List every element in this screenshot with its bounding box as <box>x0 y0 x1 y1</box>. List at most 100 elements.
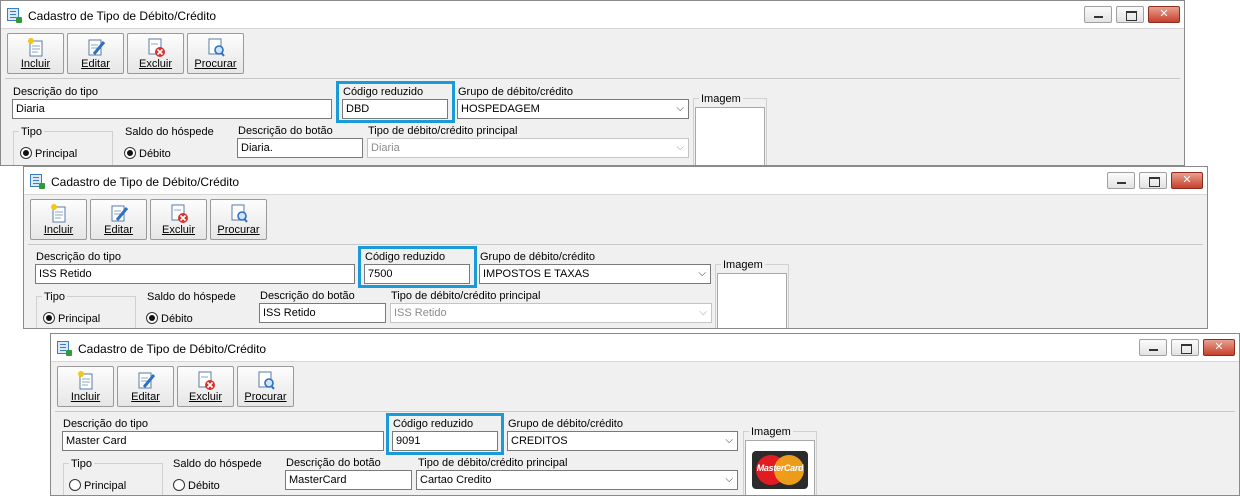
procurar-button[interactable]: Procurar <box>187 33 244 74</box>
codigo-reduzido-input[interactable]: 7500 <box>364 264 470 284</box>
saldo-label: Saldo do hóspede <box>125 126 214 138</box>
chevron-down-icon: ⌵ <box>725 435 733 446</box>
tipo-principal-select[interactable]: ISS Retido ⌵ <box>390 303 712 323</box>
descricao-botao-input[interactable]: MasterCard <box>285 470 412 490</box>
grupo-label: Grupo de débito/crédito <box>480 251 595 263</box>
search-icon <box>231 204 248 223</box>
tipo-principal-value: ISS Retido <box>394 307 447 319</box>
imagem-box[interactable] <box>717 273 787 328</box>
imagem-box[interactable] <box>695 107 765 165</box>
chevron-down-icon: ⌵ <box>699 307 707 318</box>
radio-dot <box>43 312 55 324</box>
radio-dot <box>146 312 158 324</box>
window-3: Cadastro de Tipo de Débito/Crédito ✕ Inc… <box>50 333 1240 496</box>
procurar-label: Procurar <box>194 58 237 70</box>
descricao-botao-label: Descrição do botão <box>238 125 333 137</box>
maximize-button[interactable] <box>1116 6 1144 23</box>
imagem-label: Imagem <box>749 426 793 438</box>
excluir-button[interactable]: Excluir <box>177 366 234 407</box>
incluir-button[interactable]: Incluir <box>7 33 64 74</box>
saldo-debito-radio[interactable]: Débito <box>124 147 171 160</box>
excluir-button[interactable]: Excluir <box>127 33 184 74</box>
incluir-button[interactable]: Incluir <box>57 366 114 407</box>
minimize-button[interactable] <box>1084 6 1112 23</box>
maximize-button[interactable] <box>1139 172 1167 189</box>
tipo-principal-select[interactable]: Diaria ⌵ <box>367 138 689 158</box>
descricao-botao-label: Descrição do botão <box>286 457 381 469</box>
maximize-button[interactable] <box>1171 339 1199 356</box>
grupo-value: HOSPEDAGEM <box>461 103 540 115</box>
tipo-principal-radio[interactable]: Principal <box>69 479 126 492</box>
descricao-tipo-label: Descrição do tipo <box>13 86 98 98</box>
tipo-principal-label: Tipo de débito/crédito principal <box>418 457 568 469</box>
tipo-principal-label: Tipo de débito/crédito principal <box>368 125 518 137</box>
imagem-box[interactable]: MasterCard <box>745 440 815 495</box>
close-button[interactable]: ✕ <box>1203 339 1235 356</box>
delete-icon <box>148 38 165 57</box>
chevron-down-icon: ⌵ <box>725 474 733 485</box>
excluir-label: Excluir <box>188 391 222 403</box>
delete-icon <box>171 204 188 223</box>
descricao-tipo-label: Descrição do tipo <box>36 251 121 263</box>
saldo-debito-radio[interactable]: Débito <box>146 312 193 325</box>
radio-dot <box>20 147 32 159</box>
delete-icon <box>198 371 215 390</box>
divider <box>55 411 1235 412</box>
tipo-label: Tipo <box>42 291 67 303</box>
tipo-principal-value: Cartao Credito <box>420 474 492 486</box>
close-button[interactable]: ✕ <box>1148 6 1180 23</box>
radio-dot <box>173 479 185 491</box>
editar-button[interactable]: Editar <box>90 199 147 240</box>
close-button[interactable]: ✕ <box>1171 172 1203 189</box>
saldo-debito-radio[interactable]: Débito <box>173 479 220 492</box>
procurar-label: Procurar <box>217 224 260 236</box>
principal-label: Principal <box>35 148 78 160</box>
search-icon <box>258 371 275 390</box>
grupo-select[interactable]: CREDITOS ⌵ <box>507 431 738 451</box>
descricao-botao-input[interactable]: ISS Retido <box>259 303 386 323</box>
tipo-label: Tipo <box>69 458 94 470</box>
descricao-tipo-input[interactable]: ISS Retido <box>35 264 355 284</box>
minimize-button[interactable] <box>1107 172 1135 189</box>
title-bar: Cadastro de Tipo de Débito/Crédito ✕ <box>51 334 1239 362</box>
edit-icon <box>138 372 155 389</box>
debito-label: Débito <box>139 148 171 160</box>
tipo-label: Tipo <box>19 126 44 138</box>
grupo-select[interactable]: HOSPEDAGEM ⌵ <box>457 99 689 119</box>
tipo-principal-radio[interactable]: Principal <box>20 147 77 160</box>
procurar-label: Procurar <box>244 391 287 403</box>
debito-label: Débito <box>161 313 193 325</box>
editar-button[interactable]: Editar <box>117 366 174 407</box>
editar-button[interactable]: Editar <box>67 33 124 74</box>
incluir-label: Incluir <box>20 58 51 70</box>
tipo-principal-value: Diaria <box>371 142 400 154</box>
app-icon <box>30 174 45 189</box>
codigo-reduzido-label: Código reduzido <box>365 251 446 263</box>
excluir-button[interactable]: Excluir <box>150 199 207 240</box>
editar-label: Editar <box>104 224 133 236</box>
edit-icon <box>88 39 105 56</box>
title-bar: Cadastro de Tipo de Débito/Crédito ✕ <box>24 167 1207 195</box>
descricao-botao-input[interactable]: Diaria. <box>237 138 363 158</box>
divider <box>5 78 1180 79</box>
toolbar: Incluir Editar Excluir Procurar <box>7 33 244 74</box>
grupo-label: Grupo de débito/crédito <box>458 86 573 98</box>
editar-label: Editar <box>131 391 160 403</box>
codigo-reduzido-input[interactable]: 9091 <box>392 431 498 451</box>
grupo-value: IMPOSTOS E TAXAS <box>483 268 590 280</box>
tipo-principal-select[interactable]: Cartao Credito ⌵ <box>416 470 738 490</box>
incluir-button[interactable]: Incluir <box>30 199 87 240</box>
tipo-principal-radio[interactable]: Principal <box>43 312 100 325</box>
codigo-reduzido-input[interactable]: DBD <box>342 99 448 119</box>
principal-label: Principal <box>58 313 101 325</box>
grupo-select[interactable]: IMPOSTOS E TAXAS ⌵ <box>479 264 711 284</box>
window-2: Cadastro de Tipo de Débito/Crédito ✕ Inc… <box>23 166 1208 329</box>
procurar-button[interactable]: Procurar <box>237 366 294 407</box>
include-icon <box>78 371 93 390</box>
procurar-button[interactable]: Procurar <box>210 199 267 240</box>
descricao-tipo-input[interactable]: Diaria <box>12 99 332 119</box>
window-1: Cadastro de Tipo de Débito/Crédito ✕ Inc… <box>0 0 1185 166</box>
minimize-button[interactable] <box>1139 339 1167 356</box>
divider <box>28 244 1203 245</box>
descricao-tipo-input[interactable]: Master Card <box>62 431 384 451</box>
